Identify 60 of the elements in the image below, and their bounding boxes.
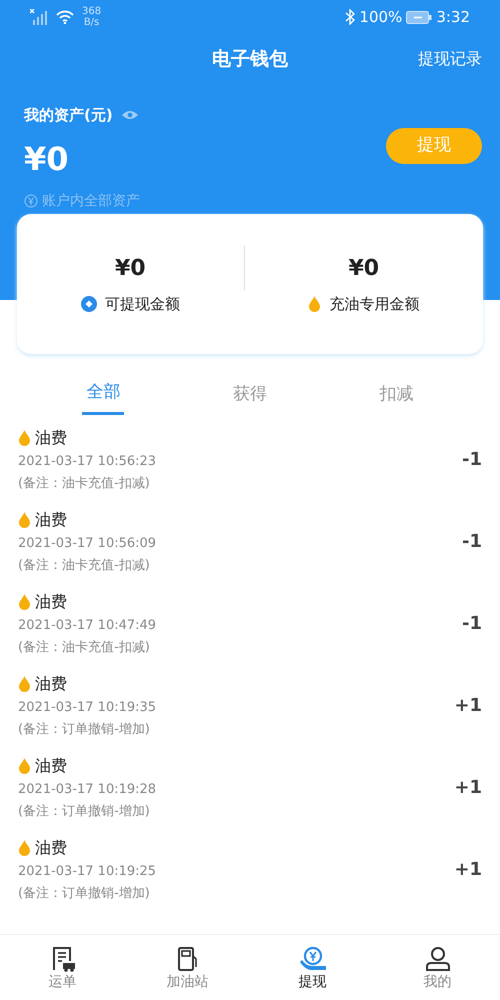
record-time: 2021-03-17 10:56:23 [18,453,156,471]
nav-tab[interactable]: 提现 [262,935,362,1000]
drop-icon [18,840,31,856]
record-time: 2021-03-17 10:56:09 [18,535,156,553]
record-remark: (备注：油卡充值-扣减) [18,556,151,574]
filter-tab[interactable]: 全部 [82,378,124,414]
record-remark: (备注：油卡充值-扣减) [18,474,151,492]
record-remark: (备注：油卡充值-扣减) [18,638,151,656]
record-title: 油费 [35,755,67,777]
record-title: 油费 [35,427,67,449]
eye-icon[interactable] [120,110,139,120]
withdraw-records-link[interactable]: 提现记录 [418,34,482,84]
drop-icon [308,296,322,312]
record-amount: +1 [454,776,482,800]
filter-tab[interactable]: 扣减 [376,378,418,414]
total-amount: ¥0 [24,142,70,174]
clock: 3:32 [436,6,470,28]
person-icon [424,946,450,972]
record-amount: +1 [454,858,482,882]
record-amount: +1 [454,694,482,718]
balance-label: 可提现金额 [104,294,180,315]
record-title: 油费 [35,591,67,613]
signal-icon [30,9,48,25]
drop-icon [18,430,31,446]
record-time: 2021-03-17 10:19:35 [18,699,156,717]
battery-percent: 100% [359,6,402,28]
drop-icon [18,676,31,692]
assets-note: 账户内全部资产 [42,192,140,210]
record-remark: (备注：订单撤销-增加) [18,720,151,738]
record-remark: (备注：订单撤销-增加) [18,884,151,902]
page-title: 电子钱包 [212,48,288,70]
nav-tab[interactable]: 加油站 [138,935,238,1000]
balance-label: 充油专用金额 [329,294,420,315]
yen-icon [24,194,38,208]
speed-unit: B/s [82,17,100,28]
record-amount: -1 [462,612,482,636]
record-title: 油费 [35,509,67,531]
record-title: 油费 [35,837,67,859]
record-amount: -1 [462,530,482,554]
wifi-icon [56,10,74,24]
record-time: 2021-03-17 10:19:25 [18,863,156,881]
yen-hand-icon [298,946,326,972]
record-title: 油费 [35,673,67,695]
drop-icon [18,594,31,610]
assets-label: 我的资产(元) [24,105,113,126]
drop-icon [18,512,31,528]
network-speed: 368 [82,6,102,17]
nav-tab[interactable]: 我的 [388,935,488,1000]
balance-amount: ¥0 [347,255,380,283]
filter-tab[interactable]: 获得 [228,378,271,414]
withdraw-button[interactable]: 提现 [386,128,482,164]
record-amount: -1 [462,448,482,472]
record-time: 2021-03-17 10:19:28 [18,781,156,799]
nav-tab[interactable]: 运单 [12,935,112,1000]
balance-amount: ¥0 [114,255,147,283]
record-time: 2021-03-17 10:47:49 [18,617,156,635]
record-remark: (备注：订单撤销-增加) [18,802,151,820]
battery-icon [406,10,432,24]
drop-icon [18,758,31,774]
bluetooth-icon [345,9,356,25]
